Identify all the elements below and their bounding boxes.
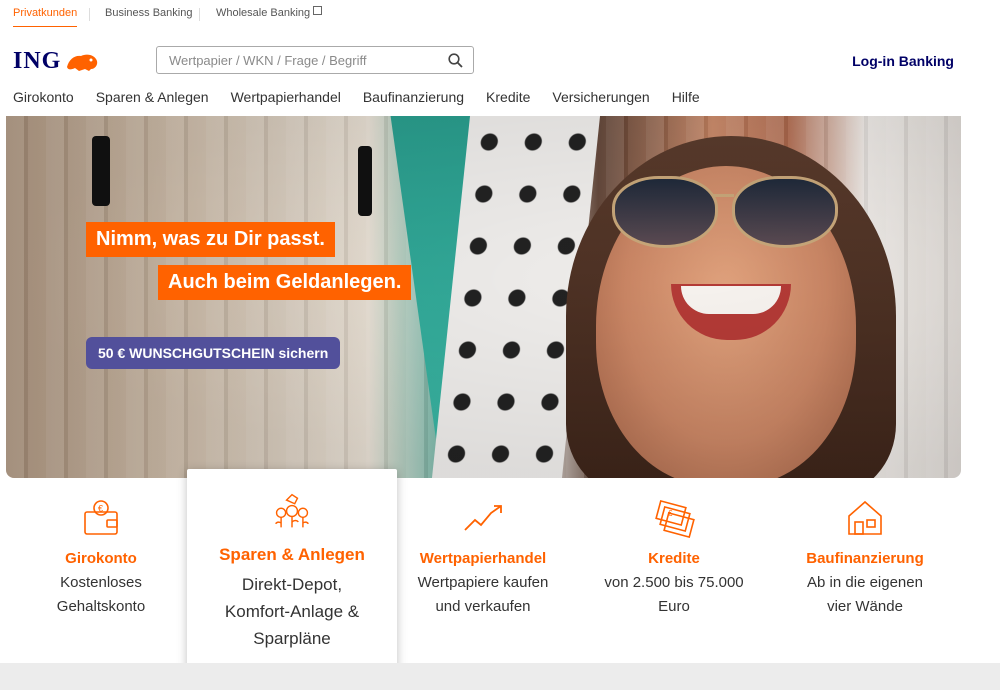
lion-icon — [67, 54, 98, 71]
product-title: Wertpapierhandel — [419, 550, 547, 567]
product-title: Baufinanzierung — [806, 550, 924, 567]
hero-headline-2: Auch beim Geldanlegen. — [158, 265, 412, 300]
product-desc: Wertpapiere kaufen und verkaufen — [417, 574, 549, 615]
ing-logo[interactable]: ING — [13, 47, 99, 75]
hero-banner[interactable] — [6, 116, 961, 478]
product-title: Kredite — [648, 550, 700, 567]
divider — [199, 8, 200, 21]
nav-girokonto[interactable]: Girokonto — [13, 89, 74, 105]
nav-kredite[interactable]: Kredite — [486, 89, 530, 105]
product-tile-sparen-anlegen[interactable]: Sparen & Anlegen Direkt-Depot, Komfort-A… — [187, 469, 397, 672]
product-desc: Ab in die eigenen vier Wände — [807, 574, 923, 615]
login-banking-link[interactable]: Log-in Banking — [852, 53, 954, 69]
house-icon — [848, 500, 882, 535]
wallet-euro-icon: € — [84, 500, 118, 535]
product-tile-wertpapierhandel[interactable]: Wertpapierhandel Wertpapiere kaufen und … — [388, 478, 578, 619]
external-link-icon — [313, 6, 323, 15]
nav-hilfe[interactable]: Hilfe — [672, 89, 700, 105]
product-desc: von 2.500 bis 75.000 Euro — [604, 574, 744, 615]
product-desc: Kostenloses Gehaltskonto — [56, 574, 146, 615]
svg-text:€: € — [668, 509, 673, 518]
divider — [89, 8, 90, 21]
savings-plant-icon — [275, 493, 309, 528]
segment-wholesale-banking[interactable]: Wholesale Banking — [216, 6, 323, 19]
product-title: Girokonto — [65, 550, 137, 567]
logo-wordmark: ING — [13, 47, 62, 74]
search-icon[interactable] — [448, 53, 463, 68]
product-tile-baufinanzierung[interactable]: Baufinanzierung Ab in die eigenen vier W… — [770, 478, 960, 619]
segment-bar: Privatkunden Business Banking Wholesale … — [0, 0, 1000, 30]
nav-wertpapierhandel[interactable]: Wertpapierhandel — [231, 89, 341, 105]
chart-trend-icon — [464, 505, 502, 531]
footer-band — [0, 663, 1000, 690]
hero-shade — [6, 116, 961, 478]
nav-baufinanzierung[interactable]: Baufinanzierung — [363, 89, 464, 105]
main-nav: Girokonto Sparen & Anlegen Wertpapierhan… — [13, 89, 722, 105]
segment-wholesale-label: Wholesale Banking — [216, 7, 311, 19]
search-input[interactable] — [157, 47, 449, 73]
nav-versicherungen[interactable]: Versicherungen — [552, 89, 649, 105]
product-tile-kredite[interactable]: € Kredite von 2.500 bis 75.000 Euro — [579, 478, 769, 619]
search-box — [156, 46, 474, 74]
segment-privatkunden[interactable]: Privatkunden — [13, 7, 78, 27]
product-tile-girokonto[interactable]: € Girokonto Kostenloses Gehaltskonto — [6, 478, 196, 619]
product-title: Sparen & Anlegen — [219, 545, 365, 564]
hero-headline-1: Nimm, was zu Dir passt. — [86, 222, 335, 257]
svg-text:€: € — [98, 504, 103, 514]
product-tiles: € Girokonto Kostenloses Gehaltskonto Spa… — [0, 469, 1000, 690]
product-desc: Direkt-Depot, Komfort-Anlage & Sparpläne — [224, 575, 360, 648]
segment-business-banking[interactable]: Business Banking — [105, 7, 192, 19]
voucher-cta-button[interactable]: 50 € WUNSCHGUTSCHEIN sichern — [86, 337, 341, 369]
banknotes-euro-icon: € — [655, 499, 695, 538]
nav-sparen-anlegen[interactable]: Sparen & Anlegen — [96, 89, 209, 105]
